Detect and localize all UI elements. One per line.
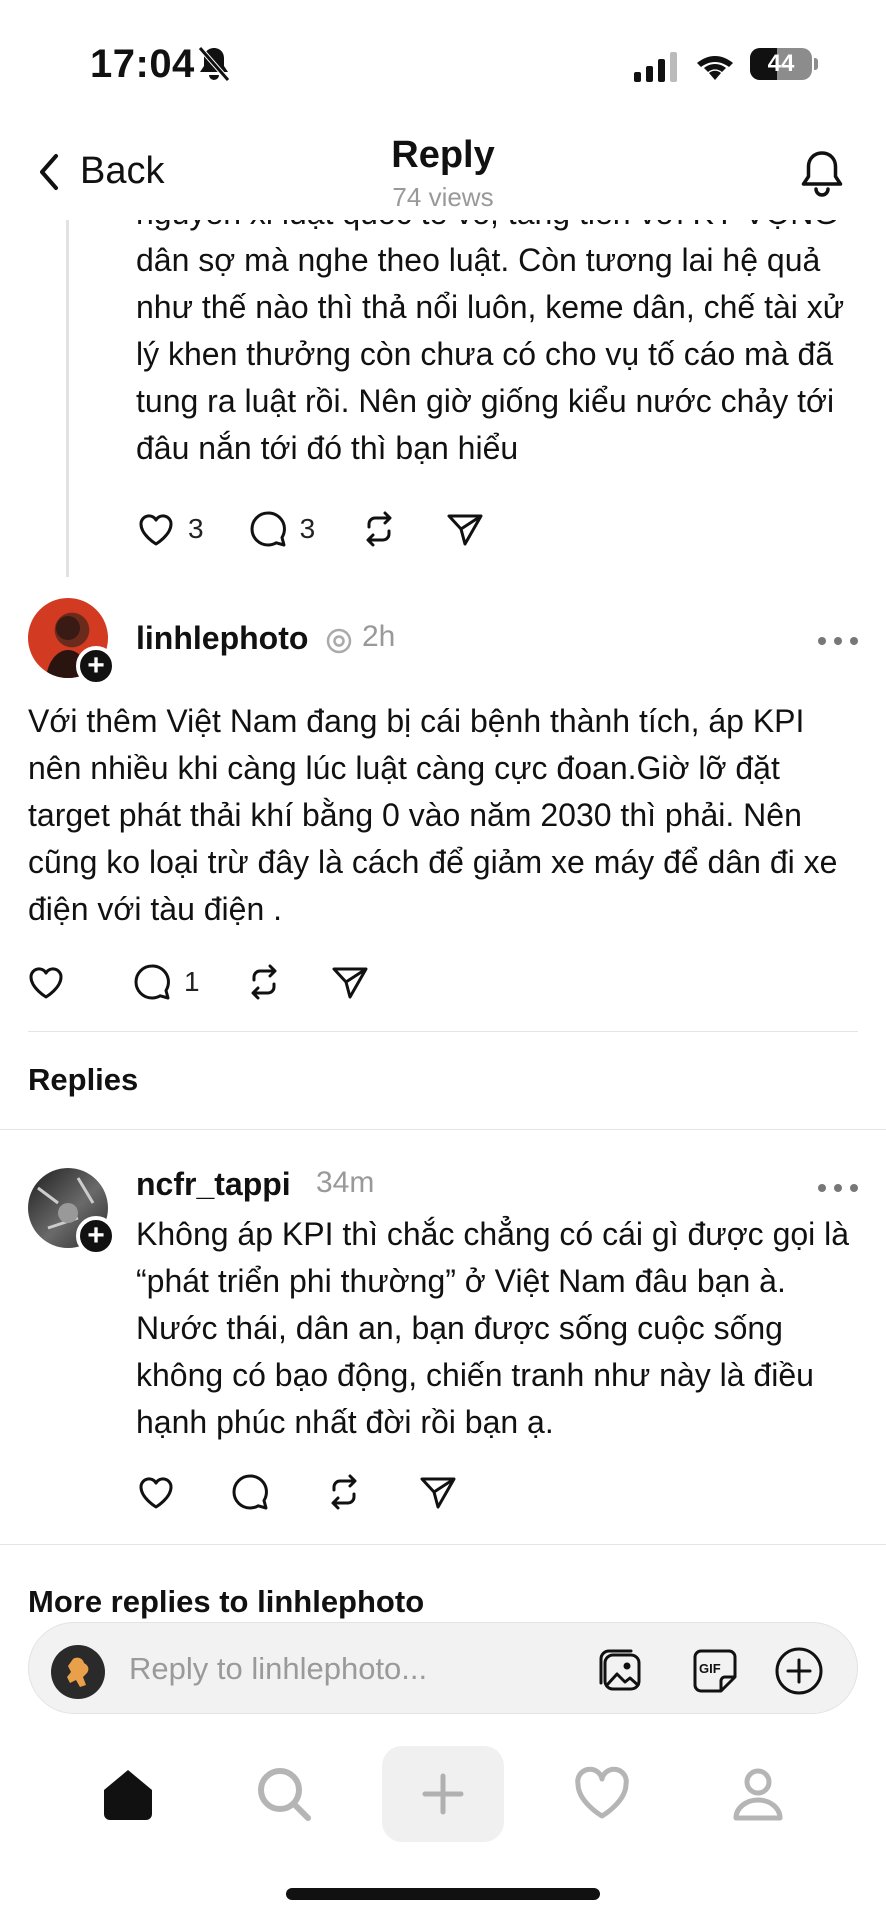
send-icon	[447, 514, 483, 546]
plus-circle-icon[interactable]	[773, 1645, 825, 1697]
main-post-actions: 1	[24, 957, 414, 1007]
thread-content: nguyên xi luật quốc tế vô, tăng tiền với…	[0, 220, 886, 1620]
svg-text:GIF: GIF	[699, 1661, 721, 1676]
comment-icon	[250, 511, 286, 547]
share-button[interactable]	[328, 960, 372, 1004]
nav-header: Back Reply 74 views	[0, 120, 886, 220]
activity-heart-icon[interactable]	[570, 1762, 634, 1826]
comment-count: 3	[299, 513, 316, 544]
heart-icon	[139, 514, 173, 546]
send-icon	[420, 1477, 456, 1509]
comment-icon	[134, 964, 170, 1000]
plus-icon: +	[87, 1219, 105, 1252]
repost-button[interactable]	[357, 507, 401, 551]
like-button[interactable]	[24, 960, 68, 1004]
gif-icon[interactable]: GIF	[689, 1645, 741, 1697]
comment-button[interactable]: 1	[130, 960, 200, 1004]
follow-button[interactable]: +	[76, 646, 116, 686]
page-title: Reply	[391, 134, 495, 176]
previous-post-actions: 3 3	[134, 504, 529, 554]
heart-icon	[139, 1477, 173, 1509]
like-count: 3	[188, 513, 204, 544]
repost-icon	[251, 964, 277, 1000]
main-post-text: Với thêm Việt Nam đang bị cái bệnh thành…	[28, 703, 838, 927]
comment-button[interactable]	[228, 1470, 272, 1514]
reply-username[interactable]: ncfr_tappi	[136, 1166, 291, 1203]
comment-icon	[232, 1474, 268, 1510]
like-button[interactable]: 3	[134, 507, 204, 551]
compose-button[interactable]	[382, 1746, 504, 1842]
more-button[interactable]	[818, 635, 858, 647]
more-button[interactable]	[818, 1182, 858, 1194]
comment-button[interactable]: 3	[246, 507, 316, 551]
avatar	[51, 1645, 105, 1699]
more-icon	[850, 637, 858, 645]
avatar-figure	[67, 1657, 89, 1687]
post-username[interactable]: linhlephoto	[136, 620, 308, 657]
view-count: 74 views	[392, 182, 494, 212]
reply-text: Không áp KPI thì chắc chẳng có cái gì đư…	[136, 1216, 850, 1440]
more-icon	[818, 637, 826, 645]
tab-bar	[0, 1740, 886, 1860]
search-icon[interactable]	[252, 1762, 316, 1826]
follow-button[interactable]: +	[76, 1216, 116, 1256]
threads-icon	[326, 628, 352, 654]
share-button[interactable]	[443, 507, 487, 551]
wifi-icon	[697, 56, 733, 80]
more-replies-heading[interactable]: More replies to linhlephoto	[28, 1584, 424, 1620]
image-icon[interactable]	[595, 1645, 647, 1697]
like-button[interactable]	[134, 1470, 178, 1514]
more-icon	[818, 1184, 826, 1192]
battery-tip	[814, 58, 818, 70]
status-time: 17:04	[90, 42, 195, 86]
heart-icon	[29, 967, 63, 999]
reply-time: 34m	[316, 1166, 375, 1199]
thread-line	[66, 220, 69, 577]
more-icon	[850, 1184, 858, 1192]
home-indicator	[286, 1888, 600, 1900]
repost-button[interactable]	[322, 1470, 366, 1514]
repost-icon	[366, 511, 392, 547]
repost-button[interactable]	[242, 960, 286, 1004]
share-button[interactable]	[416, 1470, 460, 1514]
reply-input-bar[interactable]: Reply to linhlephoto... GIF	[28, 1622, 858, 1714]
divider	[0, 1544, 886, 1545]
send-icon	[332, 967, 368, 999]
compose-icon	[422, 1773, 464, 1815]
home-icon[interactable]	[96, 1762, 160, 1826]
reply-input-placeholder[interactable]: Reply to linhlephoto...	[129, 1651, 427, 1687]
plus-icon: +	[87, 649, 105, 682]
more-icon	[834, 637, 842, 645]
bell-slash-icon	[198, 46, 230, 82]
divider	[28, 1031, 858, 1032]
battery-text: 44	[767, 50, 795, 77]
reply-actions	[134, 1467, 502, 1517]
post-time: 2h	[362, 620, 396, 653]
profile-icon[interactable]	[726, 1762, 790, 1826]
divider	[0, 1129, 886, 1130]
comment-count: 1	[184, 966, 200, 997]
more-icon	[834, 1184, 842, 1192]
repost-icon	[331, 1474, 357, 1510]
battery-icon: 44	[750, 48, 812, 80]
bell-icon[interactable]	[796, 148, 848, 200]
status-bar: 17:04 44	[0, 0, 886, 130]
previous-post-text: nguyên xi luật quốc tế vô, tăng tiền với…	[136, 220, 845, 466]
signal-icon	[634, 52, 677, 82]
replies-heading: Replies	[28, 1062, 139, 1097]
